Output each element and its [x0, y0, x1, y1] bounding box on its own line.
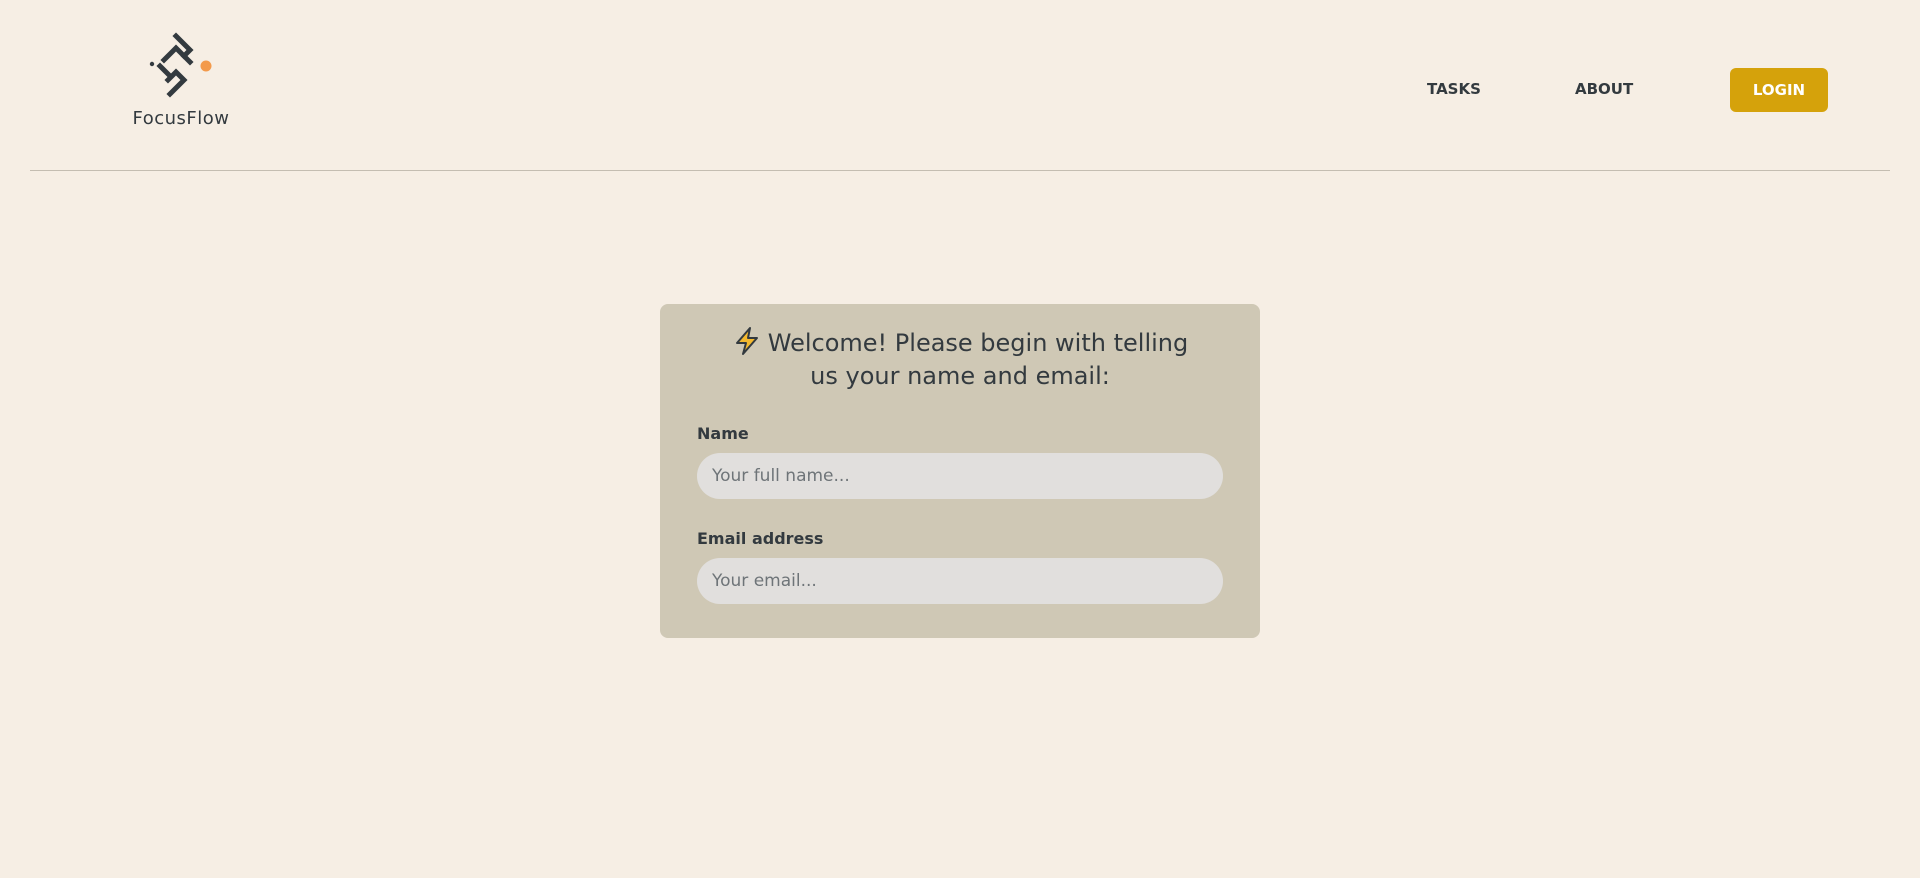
brand-name: FocusFlow: [132, 108, 230, 129]
login-button[interactable]: LOGIN: [1730, 68, 1828, 112]
lightning-bolt-icon: [735, 327, 758, 355]
header: FocusFlow TASKS ABOUT LOGIN: [0, 0, 1920, 171]
header-divider: [30, 170, 1890, 171]
focusflow-logo-icon: [149, 32, 212, 98]
name-label: Name: [697, 424, 749, 443]
email-label: Email address: [697, 529, 824, 548]
email-input[interactable]: [697, 558, 1223, 604]
welcome-title-text: Welcome! Please begin with telling us yo…: [767, 329, 1189, 390]
welcome-card: Welcome! Please begin with telling us yo…: [660, 304, 1260, 638]
welcome-title: Welcome! Please begin with telling us yo…: [725, 326, 1195, 393]
nav-tasks-link[interactable]: TASKS: [1427, 80, 1481, 98]
nav-about-link[interactable]: ABOUT: [1575, 80, 1633, 98]
name-input[interactable]: [697, 453, 1223, 499]
brand-logo[interactable]: FocusFlow: [120, 30, 242, 129]
